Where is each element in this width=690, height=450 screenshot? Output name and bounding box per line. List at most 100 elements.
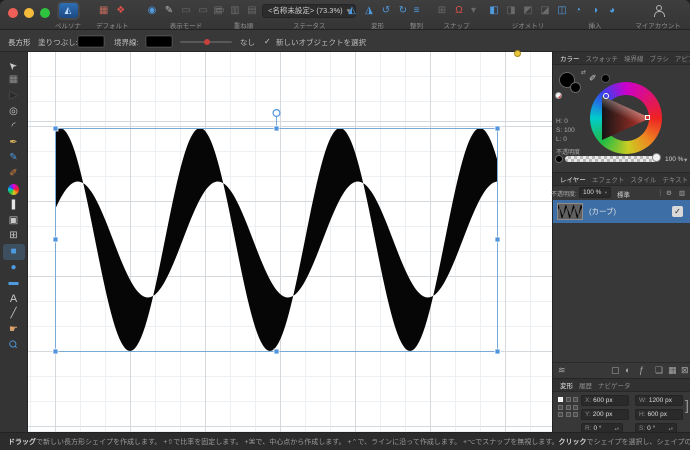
stroke-color-well[interactable] <box>570 82 581 93</box>
close-window-button[interactable] <box>8 8 18 18</box>
handle-top-right[interactable] <box>494 125 501 132</box>
account-person-icon[interactable] <box>653 5 665 17</box>
trash-icon[interactable]: ⊠ <box>681 365 689 376</box>
handle-bottom-right[interactable] <box>494 348 501 355</box>
opacity-chevron-icon[interactable]: ▾ <box>684 156 687 164</box>
gear-icon[interactable]: ⚙ <box>666 189 672 197</box>
move-to-front-icon[interactable]: ▤ <box>212 3 224 18</box>
move-forward-icon[interactable]: ▥ <box>229 3 241 18</box>
minimize-window-button[interactable] <box>24 8 34 18</box>
y-field[interactable]: Y: 200 px <box>581 409 629 420</box>
pixel-view-icon[interactable]: ✎ <box>163 3 175 18</box>
handle-top-left[interactable] <box>52 125 59 132</box>
anchor-point-selector[interactable] <box>558 397 578 417</box>
tab-layers[interactable]: レイヤー <box>557 174 589 184</box>
stepper-icon[interactable]: ▴▾ <box>614 426 619 432</box>
document-dropdown[interactable]: <名称未設定> (73.3%) ▾ <box>262 3 357 18</box>
vector-view-icon[interactable]: ◉ <box>146 3 158 18</box>
opacity-slider-knob[interactable] <box>652 153 661 162</box>
swap-colors-icon[interactable]: ⇄ <box>581 69 586 76</box>
stroke-width-value[interactable]: なし <box>240 37 255 48</box>
text-tool[interactable]: A <box>3 291 25 307</box>
sine-wave-shape[interactable] <box>55 128 497 351</box>
snap-grid-icon[interactable]: ⊞ <box>436 3 448 18</box>
handle-bottom-center[interactable] <box>273 348 280 355</box>
stroke-width-slider[interactable] <box>180 39 232 45</box>
w-field[interactable]: W: 1200 px <box>635 395 683 406</box>
blend-mode-dropdown[interactable]: 標準 <box>617 189 630 199</box>
opacity-value[interactable]: 100 % <box>665 156 683 163</box>
rectangle-tool[interactable]: ■ <box>2 244 25 260</box>
defaults-icon[interactable]: ❖ <box>115 3 127 18</box>
color-sync-icon[interactable]: ▦ <box>98 3 110 18</box>
move-backward-icon[interactable]: ▤ <box>246 3 258 18</box>
zoom-tool[interactable]: Ϙ <box>3 338 25 354</box>
studio-icon[interactable]: ≋ <box>558 365 566 376</box>
fill-swatch[interactable] <box>78 36 104 47</box>
tab-history[interactable]: 履歴 <box>576 380 595 390</box>
tab-swatches[interactable]: スウォッチ <box>583 53 622 63</box>
mask-icon[interactable]: ▢ <box>611 365 620 376</box>
fill-gradient-tool[interactable] <box>3 182 25 198</box>
retina-view-icon[interactable]: ▭ <box>180 3 192 18</box>
opacity-slider[interactable] <box>565 156 657 162</box>
tab-styles[interactable]: スタイル <box>627 174 659 184</box>
rotate-cw-icon[interactable]: ↻ <box>397 3 409 18</box>
boolean-add-icon[interactable]: ◧ <box>488 3 500 18</box>
x-field[interactable]: X: 600 px <box>581 395 629 406</box>
boolean-combine-icon[interactable]: ◫ <box>556 3 568 18</box>
fx-icon[interactable]: ƒ <box>639 365 644 375</box>
transparency-tool[interactable]: ❚ <box>3 197 25 213</box>
insert-behind-icon[interactable]: ◔ <box>572 3 584 18</box>
move-tool[interactable]: ➤ <box>3 57 25 73</box>
pencil-tool[interactable]: ✎ <box>3 151 25 167</box>
tab-brushes[interactable]: ブラシ <box>647 53 672 63</box>
more-icon[interactable]: ⋮ <box>657 189 664 197</box>
stroke-width-slider-knob[interactable] <box>204 39 210 45</box>
artboard-tool[interactable]: ▦ <box>3 73 25 89</box>
magnet-icon[interactable]: Ω <box>453 3 465 18</box>
tab-text[interactable]: テキスト <box>659 174 690 184</box>
ellipse-tool[interactable]: ● <box>3 260 25 276</box>
sl-marker[interactable] <box>603 93 609 99</box>
layer-visibility-checkbox[interactable]: ✓ <box>672 206 683 217</box>
tab-color[interactable]: カラー <box>557 53 583 63</box>
vector-brush-tool[interactable]: ✐ <box>3 166 25 182</box>
aspect-link-bracket[interactable]: ] <box>685 397 689 413</box>
tab-effects[interactable]: エフェクト <box>589 174 628 184</box>
h-field[interactable]: H: 600 px <box>635 409 683 420</box>
insert-inside-icon[interactable]: ◕ <box>606 3 618 18</box>
layer-opacity-dropdown[interactable]: 100 % ▾ <box>579 187 611 198</box>
color-picker-icon[interactable]: ✐ <box>589 73 597 84</box>
handle-bottom-left[interactable] <box>52 348 59 355</box>
boolean-divide-icon[interactable]: ◪ <box>539 3 551 18</box>
handle-mid-right[interactable] <box>494 236 501 243</box>
tab-transform[interactable]: 変形 <box>557 380 576 390</box>
affinity-designer-logo-icon[interactable]: ◭ <box>58 3 78 18</box>
insert-top-icon[interactable]: ◑ <box>589 3 601 18</box>
handle-mid-left[interactable] <box>52 236 59 243</box>
flip-horizontal-icon[interactable]: ◭ <box>346 3 358 18</box>
tab-stroke[interactable]: 境界線 <box>621 53 647 63</box>
rotate-ccw-icon[interactable]: ↺ <box>380 3 392 18</box>
align-icon[interactable]: ≡ <box>411 3 423 18</box>
color-picker-tool[interactable]: ╱ <box>3 307 25 323</box>
view-hand-tool[interactable]: ☛ <box>3 322 25 338</box>
lock-icon[interactable]: ▥ <box>679 189 685 197</box>
snap-options-chevron-icon[interactable]: ▾ <box>470 3 477 18</box>
layer-row[interactable]: (カーブ) ✓ <box>553 200 690 223</box>
outline-view-icon[interactable]: ▭ <box>197 3 209 18</box>
pen-tool[interactable]: ✒ <box>3 135 25 151</box>
stroke-swatch[interactable] <box>146 36 172 47</box>
place-image-tool[interactable]: ▣ <box>3 213 25 229</box>
document-canvas[interactable] <box>28 50 552 432</box>
corner-tool[interactable]: ◜ <box>3 119 25 135</box>
adjustment-icon[interactable]: ◐ <box>625 365 630 375</box>
boolean-subtract-icon[interactable]: ◨ <box>505 3 517 18</box>
new-layer-icon[interactable]: ❏ <box>655 365 663 376</box>
no-color-badge[interactable] <box>555 92 562 99</box>
node-tool[interactable]: ▶ <box>3 88 25 104</box>
hue-marker[interactable] <box>645 115 650 120</box>
vector-crop-tool[interactable]: ⊞ <box>3 229 25 245</box>
select-new-checkbox[interactable]: ✓ <box>264 37 271 46</box>
